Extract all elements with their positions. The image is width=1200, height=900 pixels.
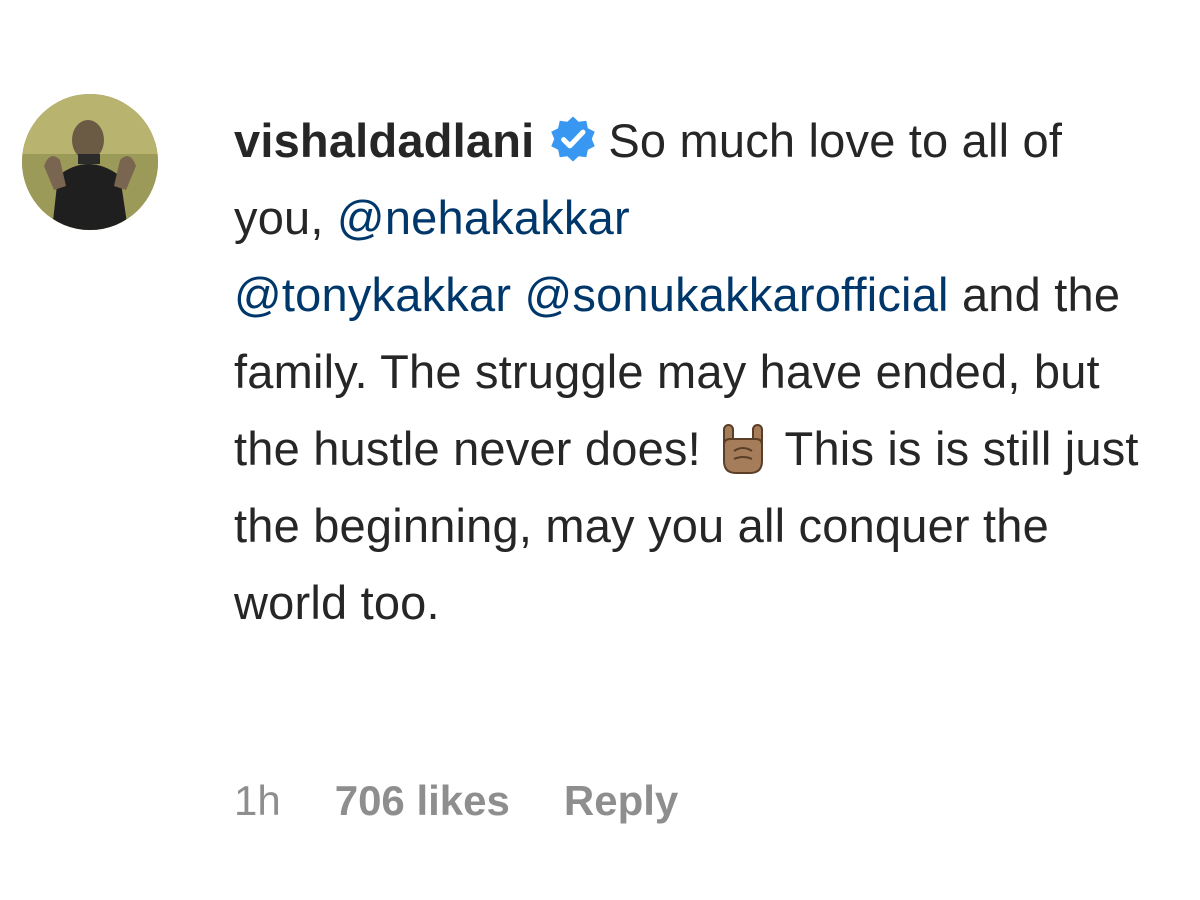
comment-text: [511, 268, 524, 321]
reply-button[interactable]: Reply: [564, 776, 678, 826]
mention-sonukakkarofficial[interactable]: @sonukakkarofficial: [524, 268, 948, 321]
mention-tonykakkar[interactable]: @tonykakkar: [234, 268, 511, 321]
avatar-photo: [22, 94, 158, 230]
likes-count[interactable]: 706 likes: [335, 776, 510, 826]
comment-body: vishaldadlani So much love to all of you…: [234, 102, 1154, 641]
avatar[interactable]: [22, 94, 158, 230]
sign-of-the-horns-emoji: [723, 424, 764, 474]
verified-badge-icon: [551, 116, 596, 162]
mention-nehakakkar[interactable]: @nehakakkar: [337, 191, 630, 244]
username[interactable]: vishaldadlani: [234, 114, 534, 167]
comment-meta: 1h 706 likes Reply: [234, 776, 678, 826]
comment: vishaldadlani So much love to all of you…: [0, 0, 1200, 900]
timestamp[interactable]: 1h: [234, 776, 281, 826]
